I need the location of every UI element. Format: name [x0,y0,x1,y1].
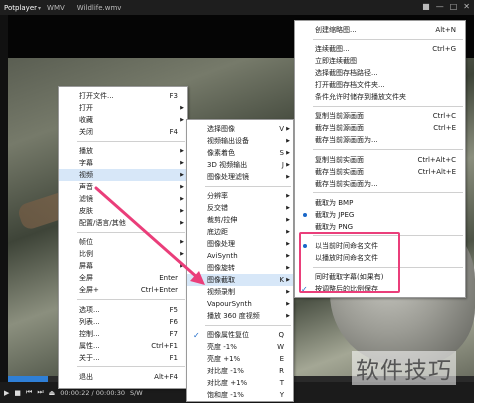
annotation-arrow [94,186,205,285]
watermark-text: 软件技巧 [352,351,456,385]
